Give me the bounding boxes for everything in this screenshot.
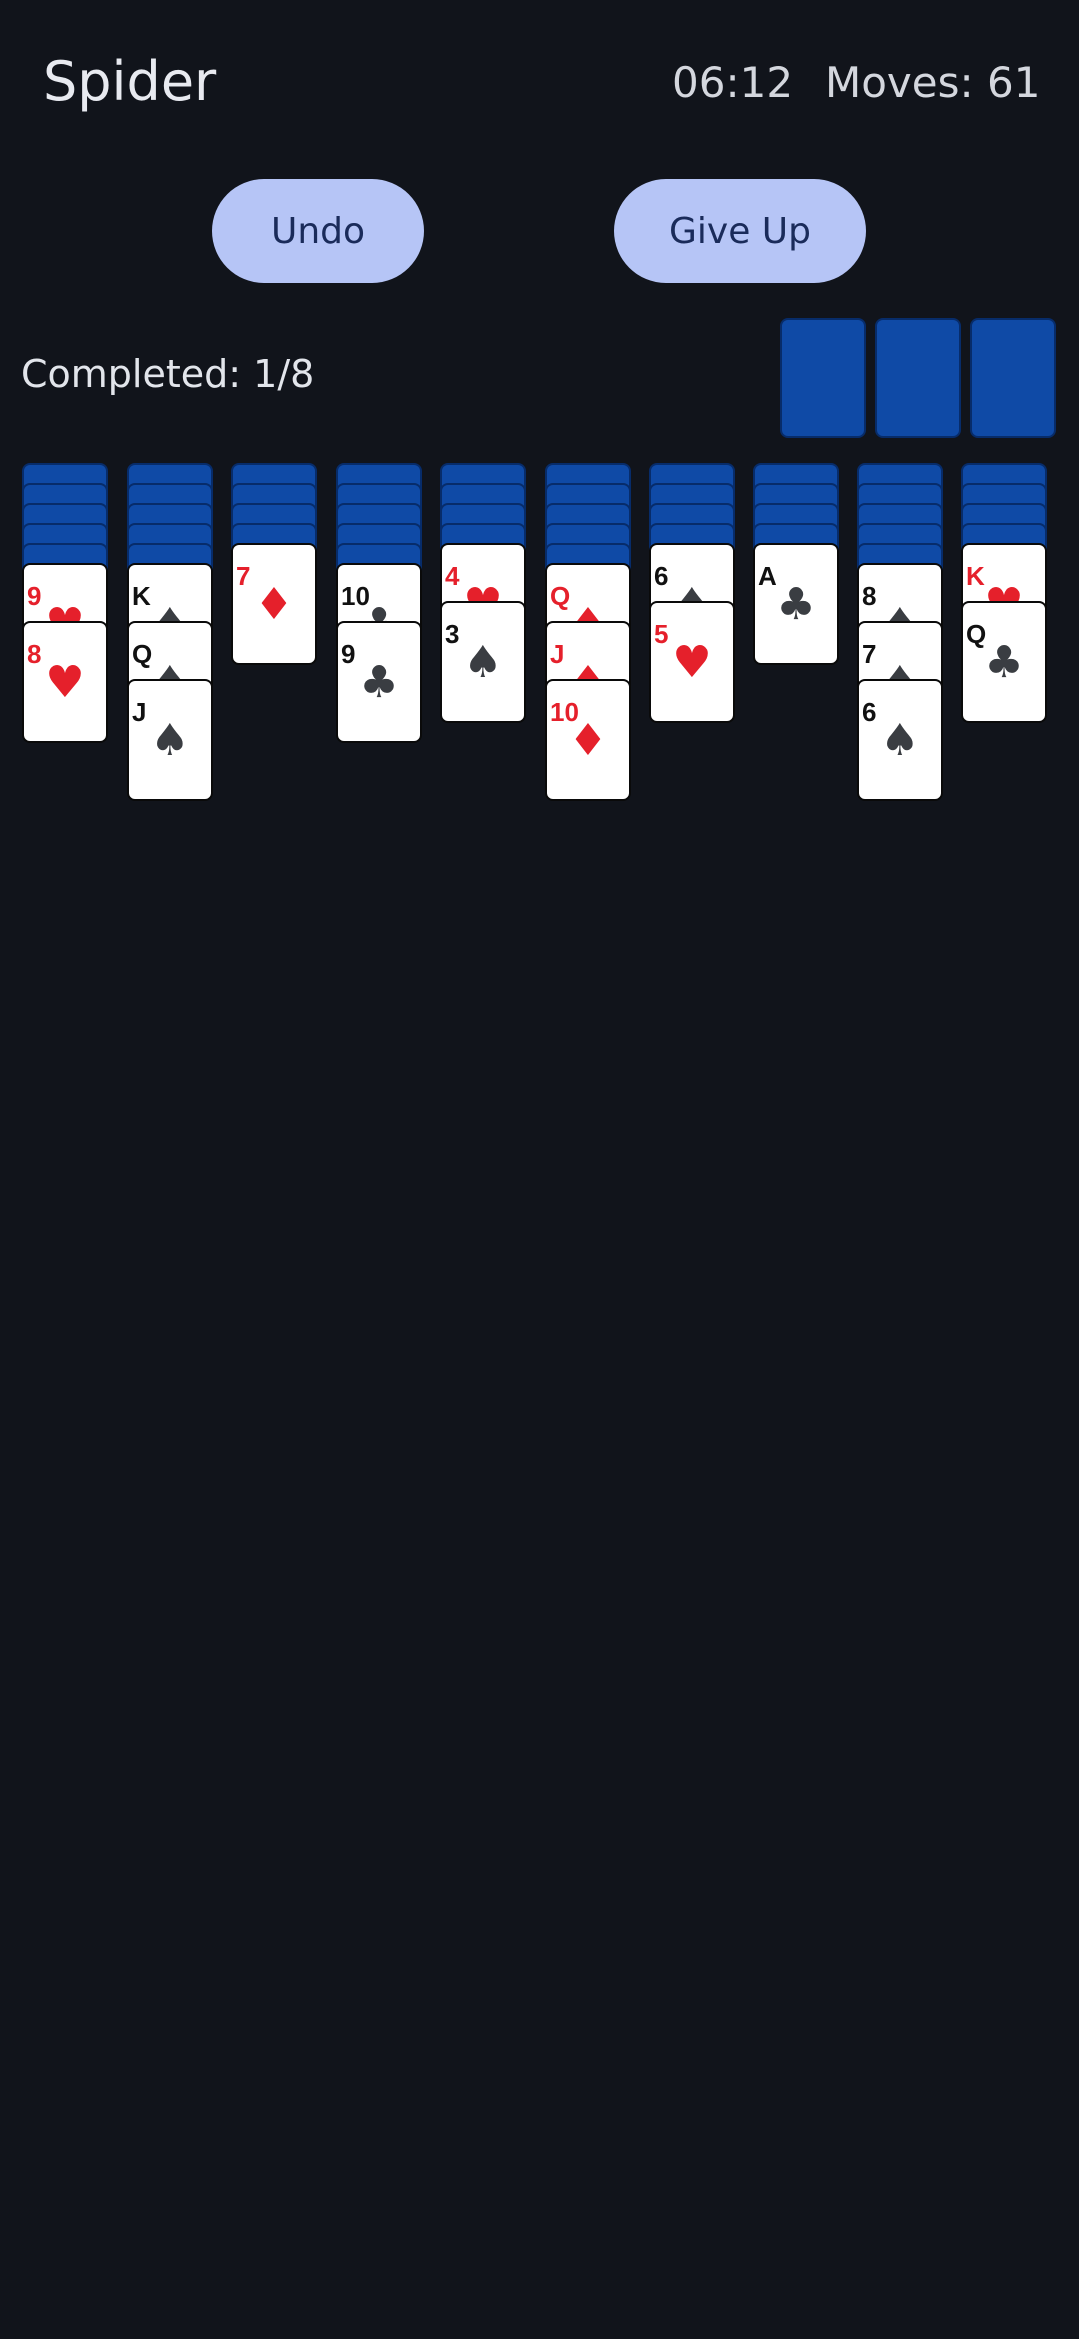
card-suit-icon: ♠ bbox=[880, 715, 920, 766]
playing-card[interactable]: 3 ♠ bbox=[440, 601, 526, 723]
card-suit-icon: ♣ bbox=[984, 637, 1024, 688]
playing-card[interactable]: 10 ♦ bbox=[545, 679, 631, 801]
playing-card[interactable]: J ♠ bbox=[127, 679, 213, 801]
playing-card[interactable]: Q ♣ bbox=[961, 601, 1047, 723]
card-suit-icon: ♣ bbox=[359, 657, 399, 708]
card-suit-icon: ♠ bbox=[150, 715, 190, 766]
playing-card[interactable]: 7 ♦ bbox=[231, 543, 317, 665]
completed-counter: Completed: 1/8 bbox=[21, 352, 315, 396]
stock-pile[interactable] bbox=[970, 318, 1056, 438]
undo-button[interactable]: Undo bbox=[212, 179, 424, 283]
moves-counter: Moves: 61 bbox=[825, 58, 1041, 107]
card-suit-icon: ♥ bbox=[45, 657, 85, 708]
spider-game-screen: Spider 06:12 Moves: 61 Undo Give Up Comp… bbox=[0, 0, 1079, 2339]
card-suit-icon: ♥ bbox=[672, 637, 712, 688]
app-title: Spider bbox=[43, 50, 217, 113]
playing-card[interactable]: 9 ♣ bbox=[336, 621, 422, 743]
card-suit-icon: ♣ bbox=[776, 579, 816, 630]
timer: 06:12 bbox=[672, 58, 794, 107]
card-suit-icon: ♠ bbox=[463, 637, 503, 688]
card-suit-icon: ♦ bbox=[254, 579, 294, 630]
playing-card[interactable]: 6♠ bbox=[857, 679, 943, 801]
playing-card[interactable]: A ♣ bbox=[753, 543, 839, 665]
card-suit-icon: ♦ bbox=[568, 715, 608, 766]
stock-pile[interactable] bbox=[875, 318, 961, 438]
playing-card[interactable]: 5 ♥ bbox=[649, 601, 735, 723]
give-up-button[interactable]: Give Up bbox=[614, 179, 866, 283]
stock-pile[interactable] bbox=[780, 318, 866, 438]
playing-card[interactable]: 8 ♥ bbox=[22, 621, 108, 743]
